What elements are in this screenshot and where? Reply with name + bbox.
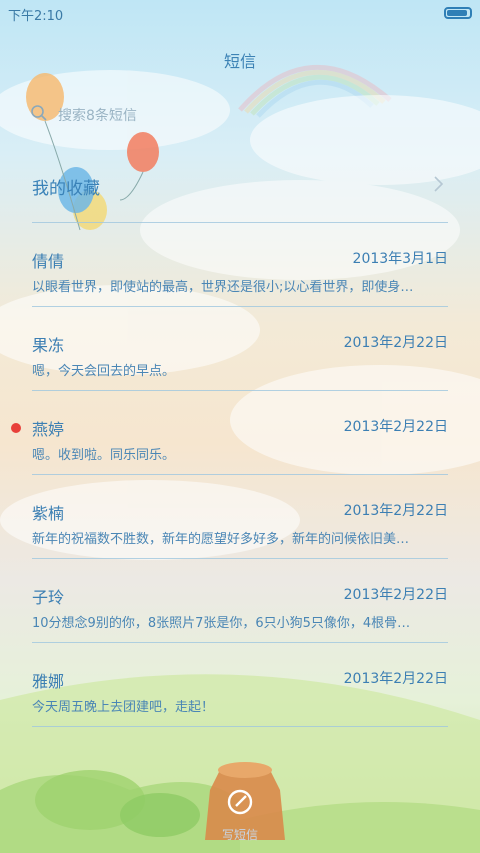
search-icon <box>31 105 47 121</box>
message-preview: 嗯。收到啦。同乐同乐。 <box>32 448 176 463</box>
message-preview: 嗯，今天会回去的早点。 <box>32 364 176 379</box>
message-date: 2013年2月22日 <box>343 335 448 351</box>
divider <box>32 222 448 223</box>
divider <box>32 642 448 643</box>
contact-name: 倩倩 <box>32 252 65 271</box>
contact-name: 雅娜 <box>32 672 65 691</box>
message-preview: 10分想念9别的你，8张照片7张是你，6只小狗5只像你，4根骨… <box>32 616 411 631</box>
divider <box>32 558 448 559</box>
message-date: 2013年2月22日 <box>343 671 448 687</box>
divider <box>32 474 448 475</box>
message-row[interactable]: 子玲 2013年2月22日 10分想念9别的你，8张照片7张是你，6只小狗5只像你，… <box>32 584 450 644</box>
message-row[interactable]: 燕婷 2013年2月22日嗯。收到啦。同乐同乐。 <box>32 416 450 476</box>
compose-label: 写短信 <box>221 828 258 842</box>
battery-fill <box>447 10 467 16</box>
divider <box>32 390 448 391</box>
contact-name: 果冻 <box>32 336 65 355</box>
message-date: 2013年2月22日 <box>343 503 448 519</box>
message-preview: 新年的祝福数不胜数，新年的愿望好多好多，新年的问候依旧美… <box>32 532 410 547</box>
message-row[interactable]: 倩倩 2013年3月1日以眼看世界，即使站的最高，世界还是很小;以心看世界，即使身… <box>32 248 450 308</box>
contact-name: 燕婷 <box>32 420 65 439</box>
message-date: 2013年2月22日 <box>343 587 448 603</box>
status-time: 下午2:10 <box>8 9 64 24</box>
favorites-label: 我的收藏 <box>32 179 100 199</box>
battery-icon <box>444 7 472 19</box>
search-bar[interactable]: 搜索8条短信 <box>30 100 450 128</box>
status-bar: 下午2:10 <box>0 0 480 28</box>
divider <box>32 306 448 307</box>
message-preview: 以眼看世界，即使站的最高，世界还是很小;以心看世界，即使身… <box>32 280 414 295</box>
contact-name: 子玲 <box>32 588 65 607</box>
divider <box>32 726 448 727</box>
clouds <box>0 70 480 560</box>
compose-icon <box>227 789 253 815</box>
message-row[interactable]: 果冻 2013年2月22日嗯，今天会回去的早点。 <box>32 332 450 392</box>
balloons <box>26 73 159 231</box>
page-title: 短信 <box>223 52 256 71</box>
unread-dot <box>11 423 21 433</box>
chevron-right-icon <box>434 176 444 192</box>
favorites-row[interactable]: 我的收藏 <box>32 168 450 204</box>
search-placeholder: 搜索8条短信 <box>58 108 137 124</box>
message-row[interactable]: 紫楠 2013年2月22日新年的祝福数不胜数，新年的愿望好多好多，新年的问候依旧美… <box>32 500 450 560</box>
message-date: 2013年2月22日 <box>343 419 448 435</box>
message-row[interactable]: 雅娜 2013年2月22日今天周五晚上去团建吧，走起！ <box>32 668 450 728</box>
message-date: 2013年3月1日 <box>352 251 448 267</box>
compose-button[interactable]: 写短信 <box>200 782 280 846</box>
contact-name: 紫楠 <box>32 504 65 523</box>
message-preview: 今天周五晚上去团建吧，走起！ <box>32 700 215 715</box>
